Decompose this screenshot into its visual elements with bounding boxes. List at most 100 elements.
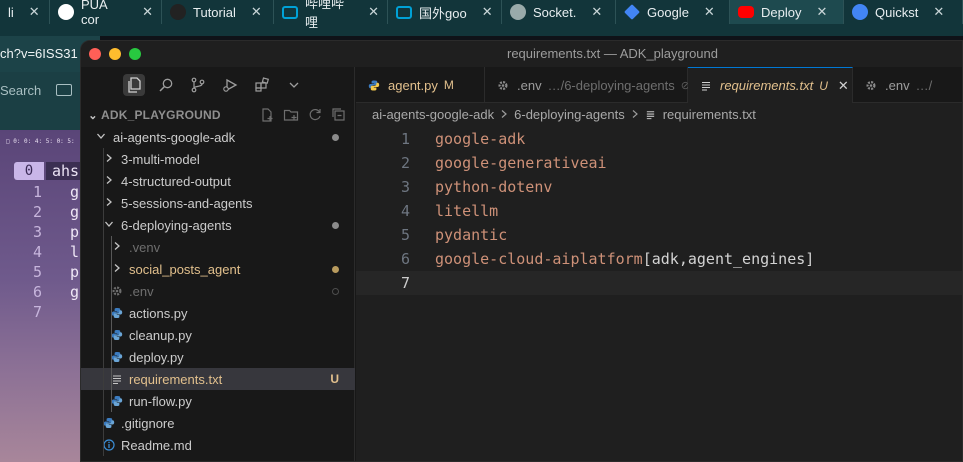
editor-tab-path: …/6-deploying-agents: [547, 77, 675, 93]
status-dot: [332, 266, 339, 273]
terminal-line-text: l: [70, 243, 80, 261]
browser-tab[interactable]: Quickst ✕: [844, 0, 963, 24]
terminal-line: 1g: [28, 182, 79, 202]
tree-item[interactable]: 5-sessions-and-agents: [81, 192, 355, 214]
chevron-down-icon: ⌄: [88, 109, 98, 122]
tree-item[interactable]: 4-structured-output: [81, 170, 355, 192]
chevron-right-icon: [111, 241, 123, 254]
new-folder-icon[interactable]: [283, 107, 299, 123]
indent-guide: [111, 302, 112, 324]
indent-guide: [103, 346, 104, 368]
close-tab-icon[interactable]: ✕: [482, 4, 493, 20]
close-tab-icon[interactable]: ✕: [933, 4, 944, 20]
tree-item[interactable]: 3-multi-model: [81, 148, 355, 170]
tree-item[interactable]: Readme.md: [81, 434, 355, 456]
indent-guide: [111, 258, 112, 280]
workspace-header[interactable]: ⌄ ADK_PLAYGROUND: [81, 105, 355, 125]
editor-tab-path: …/: [915, 77, 933, 93]
editor-tab[interactable]: requirements.txt U ✕: [688, 67, 853, 103]
terminal-line: 7: [28, 302, 79, 322]
tree-item[interactable]: social_posts_agent: [81, 258, 355, 280]
browser-tab-label: Tutorial: [193, 4, 236, 20]
tree-item[interactable]: ai-agents-google-adk: [81, 126, 355, 148]
terminal-line: 3p: [28, 222, 79, 242]
status-dot: [332, 222, 339, 229]
browser-tab-label: Quickst: [875, 4, 919, 20]
editor-tab-label: requirements.txt: [720, 78, 814, 93]
editor-area: agent.py M .env …/6-deploying-agents ⊘ requir…: [356, 67, 962, 461]
close-tab-icon[interactable]: ✕: [838, 78, 849, 94]
text-file-icon: [645, 109, 657, 121]
terminal-line-text: g: [70, 283, 80, 301]
collapse-all-icon[interactable]: [331, 107, 347, 123]
breadcrumb-item[interactable]: ai-agents-google-adk: [372, 107, 494, 122]
terminal-line-text: g: [70, 183, 80, 201]
browser-search[interactable]: Search: [0, 78, 90, 106]
browser-tab-label: Deploy: [761, 4, 802, 20]
explorer-icon[interactable]: [123, 74, 145, 96]
bilibili-icon: [282, 5, 298, 19]
title-bar: requirements.txt — ADK_playground: [81, 41, 962, 67]
close-tab-icon[interactable]: ✕: [368, 4, 379, 20]
folder-icon[interactable]: [56, 84, 72, 96]
tree-item-label: run-flow.py: [129, 393, 192, 409]
editor-tab[interactable]: .env …/6-deploying-agents ⊘: [485, 67, 690, 103]
chevron-down-icon[interactable]: [283, 74, 305, 96]
tree-item[interactable]: deploy.py: [81, 346, 355, 368]
terminal-line-number: 3: [32, 223, 42, 241]
close-tab-icon[interactable]: ✕: [591, 4, 602, 20]
indent-guide: [111, 368, 112, 390]
browser-tab[interactable]: 哔哩哔哩 ✕: [274, 0, 388, 30]
chevron-right-icon: [103, 175, 115, 188]
page-icon: [170, 4, 186, 20]
search-icon[interactable]: [155, 74, 177, 96]
close-tab-icon[interactable]: ✕: [816, 4, 827, 20]
browser-tab[interactable]: Tutorial ✕: [162, 0, 274, 24]
tree-item[interactable]: .env: [81, 280, 355, 302]
chevron-right-icon: [103, 197, 115, 210]
close-tab-icon[interactable]: ✕: [704, 4, 715, 20]
browser-tab-label: 国外goo: [419, 5, 467, 21]
gemini-icon: [624, 4, 640, 20]
close-tab-icon[interactable]: ✕: [142, 4, 153, 20]
python-icon: [368, 79, 380, 91]
browser-tab[interactable]: 国外goo ✕: [388, 0, 502, 24]
breadcrumb-item[interactable]: requirements.txt: [663, 107, 756, 122]
new-file-icon[interactable]: [259, 107, 275, 123]
tree-item[interactable]: requirements.txt U: [81, 368, 355, 390]
tree-item[interactable]: .gitignore: [81, 412, 355, 434]
browser-tab[interactable]: Deploy ✕: [730, 0, 844, 24]
browser-tab[interactable]: Google ✕: [616, 0, 730, 24]
youtube-icon: [738, 6, 754, 18]
terminal-line-number: 1: [32, 183, 42, 201]
indent-guide: [111, 346, 112, 368]
tree-item-label: actions.py: [129, 305, 188, 321]
close-tab-icon[interactable]: ✕: [251, 4, 262, 20]
source-control-icon[interactable]: [187, 74, 209, 96]
refresh-icon[interactable]: [307, 107, 323, 123]
window-title: requirements.txt — ADK_playground: [507, 46, 718, 61]
code-line-text: python-dotenv: [435, 178, 553, 196]
tree-item[interactable]: .venv: [81, 236, 355, 258]
breadcrumb-item[interactable]: 6-deploying-agents: [514, 107, 625, 122]
tree-item-label: social_posts_agent: [129, 261, 241, 277]
extensions-icon[interactable]: [251, 74, 273, 96]
browser-tab[interactable]: PUA cor ✕: [50, 0, 162, 27]
tree-item[interactable]: cleanup.py: [81, 324, 355, 346]
code-view[interactable]: 1 google-adk 2 google-generativeai 3 python-d…: [356, 127, 962, 295]
editor-tab[interactable]: .env …/: [853, 67, 962, 103]
code-line-text: google-adk: [435, 130, 526, 148]
close-tab-icon[interactable]: ✕: [29, 4, 40, 20]
ignored-icon: [332, 288, 339, 295]
python-file-icon: [103, 417, 115, 429]
run-debug-icon[interactable]: [219, 74, 241, 96]
browser-tab[interactable]: li ✕: [0, 0, 50, 24]
tree-item[interactable]: actions.py: [81, 302, 355, 324]
browser-tab[interactable]: Socket. ✕: [502, 0, 616, 24]
globe-icon: [510, 4, 526, 20]
browser-tab-label: Google: [647, 4, 689, 20]
vscode-window: requirements.txt — ADK_playground ⌄ ADK_…: [80, 40, 963, 462]
tree-item[interactable]: run-flow.py: [81, 390, 355, 412]
tree-item[interactable]: 6-deploying-agents: [81, 214, 355, 236]
editor-tab[interactable]: agent.py M: [356, 67, 485, 103]
